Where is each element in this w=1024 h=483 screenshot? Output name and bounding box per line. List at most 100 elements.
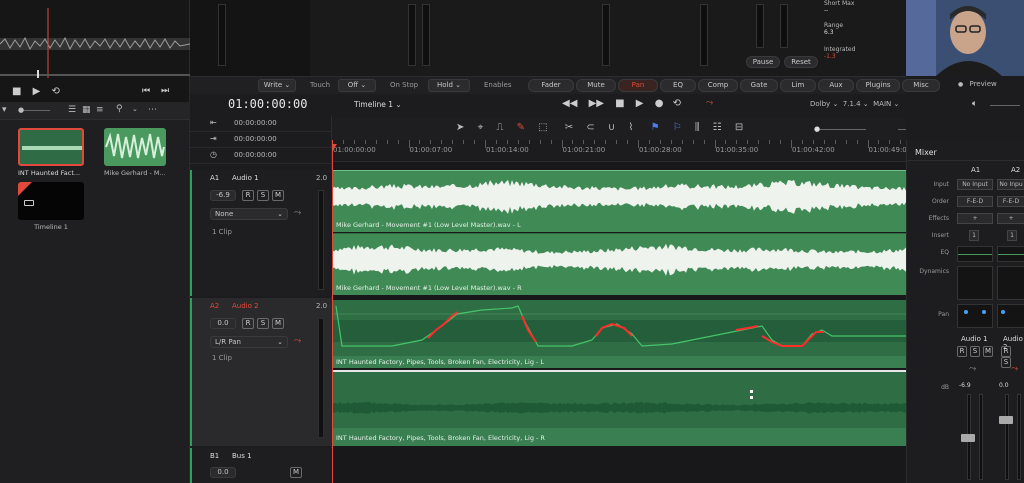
record-arm-button[interactable]: R [242,190,254,201]
preview-toggle[interactable]: ● Preview [958,80,997,88]
mute-button[interactable]: M [272,318,284,329]
media-item-mike-gerhard[interactable]: Mike Gerhard - M... [104,128,172,190]
media-item-haunted-factory[interactable]: INT Haunted Fact... [18,128,86,190]
mixer-eq-a2[interactable] [997,246,1024,262]
mixer-dynamics-a1[interactable] [957,266,993,300]
enable-button-plugins[interactable]: Plugins [856,79,900,92]
source-playhead-marker[interactable] [37,70,39,78]
mixer-effects-a2[interactable]: + [997,213,1024,224]
track-name[interactable]: Audio 2 [232,302,259,310]
mixer-eq-a1[interactable] [957,246,993,262]
enable-button-lim[interactable]: Lim [780,79,816,92]
enable-button-misc[interactable]: Misc [902,79,940,92]
mixer-view-icon[interactable]: ☷ [713,122,722,133]
mixer-fader-track-a2[interactable] [1005,394,1009,480]
enable-button-comp[interactable]: Comp [698,79,738,92]
mixer-fader-handle-a1[interactable] [961,434,975,442]
monitor-format[interactable]: Dolby ⌄ 7.1.4 ⌄ MAIN ⌄ [810,100,899,108]
automation-keyframe[interactable] [750,390,753,393]
volume-icon[interactable]: 🔈︎ [972,99,977,109]
source-scrub-bar[interactable] [0,74,190,76]
automation-keyframe[interactable] [750,396,753,399]
next-clip-icon[interactable]: ⏭ [161,86,169,96]
pointer-tool-icon[interactable]: ➤ [456,122,464,133]
mixer-dynamics-a2[interactable] [997,266,1024,300]
mixer-fader-handle-a2[interactable] [999,416,1013,424]
vertical-zoom-slider[interactable] [816,129,866,130]
horizontal-zoom-slider[interactable] [898,129,906,130]
write-mode-dropdown[interactable]: Write ⌄ [258,79,296,92]
mixer-order-a2[interactable]: F-E-D [997,196,1024,207]
play-icon[interactable]: ▶ [636,98,644,109]
mixer-solo-button[interactable]: S [970,346,980,357]
select-tool-icon[interactable]: ⬚ [538,122,547,133]
dropdown-icon[interactable]: ▾ [2,105,7,115]
link-icon[interactable]: ⊂ [586,122,594,133]
timeline-ruler[interactable]: 01:00:00:00 01:00:07:00 01:00:14:00 01:00:2… [332,140,906,162]
record-icon[interactable]: ● [655,98,664,109]
touch-mode-dropdown[interactable]: Off ⌄ [338,79,376,92]
pan-automation-curve[interactable] [332,300,906,356]
mixer-record-arm-button[interactable]: R [957,346,967,357]
clip-a2-left[interactable]: INT Haunted Factory, Pipes, Tools, Broke… [332,300,906,368]
list-view-icon[interactable]: ☰ [68,105,76,115]
blade-tool-icon[interactable]: ✂ [565,122,573,133]
mixer-order-a1[interactable]: F-E-D [957,196,993,207]
on-stop-dropdown[interactable]: Hold ⌄ [428,79,470,92]
flag-icon[interactable]: ⚐ [673,122,682,133]
track-volume[interactable]: 0.0 [210,318,236,329]
track-volume[interactable]: -6.9 [210,190,236,201]
record-arm-button[interactable]: R [242,318,254,329]
range-tool-icon[interactable]: ⌖ [478,122,484,133]
enable-button-gate[interactable]: Gate [740,79,778,92]
bypass-icon[interactable]: ⤳ [706,98,713,108]
sort-icon[interactable]: ≡ [96,105,104,115]
loudness-reset-button[interactable]: Reset [784,56,818,68]
pen-tool-icon[interactable]: ✎ [517,122,525,133]
mixer-solo-button[interactable]: S [1001,357,1011,368]
mixer-insert-a2[interactable]: 1 [1007,230,1017,241]
automation-icon[interactable]: ⤳ [294,336,301,346]
mixer-pan-a1[interactable] [957,304,993,328]
enable-button-eq[interactable]: EQ [660,79,696,92]
fast-forward-icon[interactable]: ▶▶ [589,98,604,109]
enable-button-pan[interactable]: Pan [618,79,658,92]
grid-view-icon[interactable]: ▦ [82,105,91,115]
mixer-volume-a1[interactable]: -6.9 [959,382,971,389]
enable-button-mute[interactable]: Mute [576,79,616,92]
loop-icon[interactable]: ⟲ [52,86,60,97]
mute-button[interactable]: M [290,467,302,478]
loudness-pause-button[interactable]: Pause [746,56,780,68]
stop-icon[interactable]: ■ [615,98,624,109]
snap-icon[interactable]: ∪ [608,122,615,133]
solo-button[interactable]: S [257,318,269,329]
mute-button[interactable]: M [272,190,284,201]
enable-button-aux[interactable]: Aux [818,79,854,92]
mixer-input-a1[interactable]: No Input [957,179,993,190]
options-icon[interactable]: ⋯ [148,105,157,115]
mixer-pan-a2[interactable] [997,304,1024,328]
marker-icon[interactable]: ⚑ [651,122,660,133]
zoom-slider[interactable] [20,110,50,111]
rewind-icon[interactable]: ◀◀ [562,98,577,109]
media-item-timeline[interactable]: Timeline 1 [18,182,86,232]
mixer-input-a2[interactable]: No Inpu [997,179,1024,190]
track-name[interactable]: Audio 1 [232,174,259,182]
waveform-view-icon[interactable]: ⌇ [628,122,633,133]
mixer-automation-icon[interactable]: ⤳ [969,364,976,374]
stop-icon[interactable]: ■ [12,86,21,97]
mixer-record-arm-button[interactable]: R [1001,346,1011,357]
timeline-area[interactable]: 01:00:00:00 01:00:07:00 01:00:14:00 01:00:2… [332,140,906,483]
automation-param-dropdown[interactable]: L/R Pan ⌄ [210,336,288,348]
clip-a1-left[interactable]: Mike Gerhard - Movement #1 (Low Level Ma… [332,170,906,232]
trim-tool-icon[interactable]: ⎍ [496,122,503,133]
track-header-a2[interactable]: A2 Audio 2 2.0 0.0 RSM L/R Pan ⌄ ⤳ 1 Clip [190,298,332,446]
playhead-marker[interactable] [332,144,337,150]
master-volume-slider[interactable] [990,105,1020,106]
mixer-insert-a1[interactable]: 1 [969,230,979,241]
mixer-mute-button[interactable]: M [983,346,993,357]
track-volume[interactable]: 0.0 [210,467,236,478]
fade-icon[interactable]: ⫼ [695,122,700,133]
track-header-b1[interactable]: B1 Bus 1 0.0 M [190,448,332,483]
search-icon[interactable]: ⚲ [116,104,123,114]
